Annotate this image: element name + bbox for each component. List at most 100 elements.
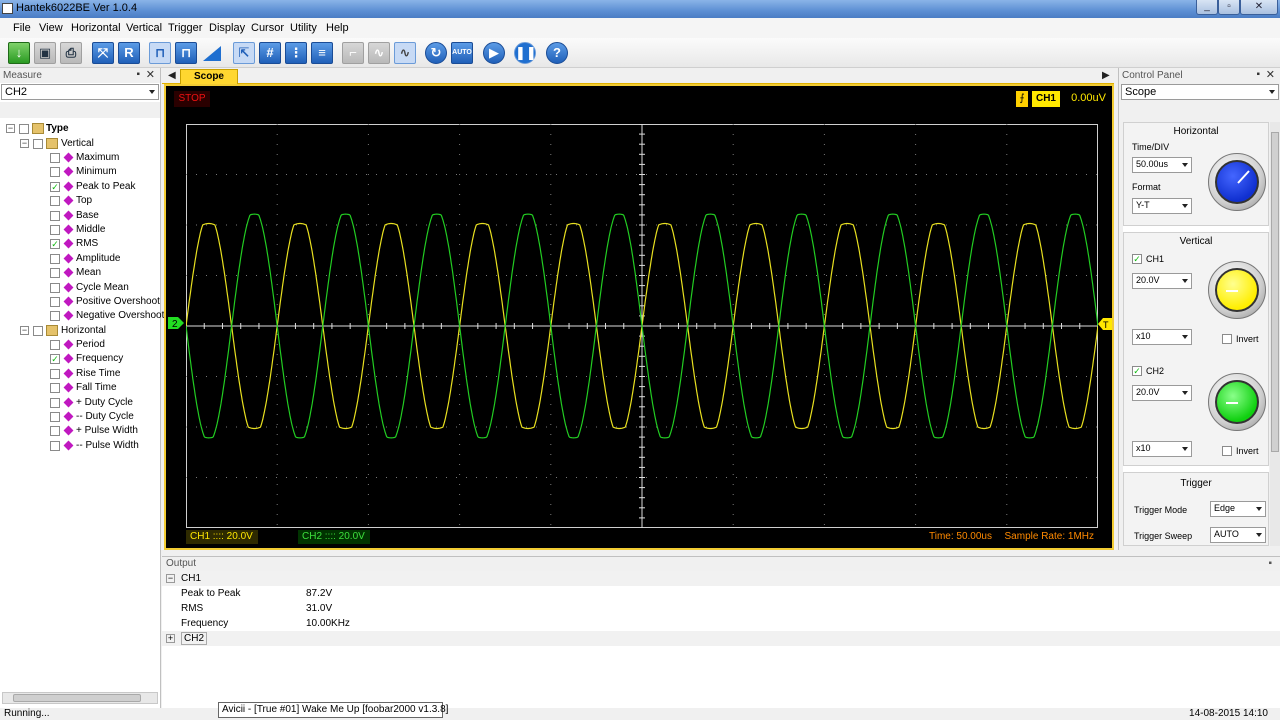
help-icon[interactable]: ? xyxy=(546,42,568,64)
cursor-select-icon[interactable]: ⇱ xyxy=(233,42,255,64)
ramp-icon[interactable] xyxy=(201,42,223,64)
ch2-volts-select[interactable]: 20.0V xyxy=(1132,385,1192,401)
trigger-mode-select[interactable]: Edge xyxy=(1210,501,1266,517)
menu-display[interactable]: Display xyxy=(209,22,245,34)
measure-checkbox[interactable]: ✓ xyxy=(50,181,60,192)
print-icon[interactable]: ⎙ xyxy=(60,42,82,64)
collapse-icon[interactable]: − xyxy=(6,124,15,133)
ch1-volts-knob[interactable] xyxy=(1208,261,1266,319)
grid-icon[interactable]: # xyxy=(259,42,281,64)
tab-right-icon[interactable]: ▶ xyxy=(1102,70,1110,81)
ch2-volts-knob[interactable] xyxy=(1208,373,1266,431)
ch1-probe-select[interactable]: x10 xyxy=(1132,329,1192,345)
pause-icon[interactable]: ❚❚ xyxy=(514,42,537,64)
menu-trigger[interactable]: Trigger xyxy=(168,22,202,34)
pin-icon[interactable]: ▪ xyxy=(136,69,140,80)
pin-icon[interactable]: ▪ xyxy=(1268,558,1272,569)
measure-checkbox[interactable] xyxy=(50,153,60,163)
timebase-knob[interactable] xyxy=(1208,153,1266,211)
refresh-icon[interactable]: ↻ xyxy=(425,42,447,64)
maximize-button[interactable]: ▫ xyxy=(1218,0,1240,15)
tree-item[interactable]: Cycle Mean xyxy=(48,281,160,295)
control-panel-scrollbar[interactable] xyxy=(1270,122,1280,546)
tab-left-icon[interactable]: ◀ xyxy=(168,70,176,81)
menu-help[interactable]: Help xyxy=(326,22,349,34)
ch2-invert-checkbox[interactable] xyxy=(1222,446,1232,456)
measure-checkbox[interactable] xyxy=(50,210,60,221)
tree-checkbox[interactable] xyxy=(19,124,29,134)
menu-vertical[interactable]: Vertical xyxy=(126,22,162,34)
tree-item[interactable]: Middle xyxy=(48,223,160,237)
scrollbar-thumb[interactable] xyxy=(13,694,141,702)
tree-item[interactable]: Amplitude xyxy=(48,252,160,266)
measure-checkbox[interactable] xyxy=(50,412,60,422)
horizontal-scrollbar[interactable] xyxy=(2,692,158,704)
collapse-icon[interactable]: − xyxy=(20,139,29,148)
run-state-badge[interactable]: STOP xyxy=(174,91,210,107)
sine-icon[interactable]: ∿ xyxy=(368,42,390,64)
scrollbar-thumb[interactable] xyxy=(1271,132,1279,452)
tree-item[interactable]: Base xyxy=(48,209,160,223)
minimize-button[interactable]: _ xyxy=(1196,0,1218,15)
tree-item[interactable]: Fall Time xyxy=(48,381,160,395)
waveform-plot[interactable] xyxy=(186,124,1098,528)
tree-item[interactable]: + Pulse Width xyxy=(48,424,160,438)
tree-item[interactable]: -- Pulse Width xyxy=(48,439,160,453)
measure-checkbox[interactable] xyxy=(50,297,60,307)
tree-item[interactable]: Mean xyxy=(48,266,160,280)
tree-item[interactable]: Top xyxy=(48,194,160,208)
output-group-ch1[interactable]: − CH1 xyxy=(162,571,1280,586)
auto-icon[interactable]: AUTO xyxy=(451,42,473,64)
trigger-level-marker[interactable]: T xyxy=(1098,318,1112,330)
auto-set-icon[interactable]: ⤧ xyxy=(92,42,114,64)
tree-item[interactable]: Negative Overshoot xyxy=(48,309,164,323)
tab-scope[interactable]: Scope xyxy=(180,69,238,84)
close-icon[interactable]: ✕ xyxy=(146,68,155,81)
close-button[interactable]: ✕ xyxy=(1240,0,1278,15)
multi-pulse-icon[interactable]: ⊓ xyxy=(175,42,197,64)
ch1-enable-checkbox[interactable]: ✓ xyxy=(1132,254,1142,264)
trigger-sweep-select[interactable]: AUTO xyxy=(1210,527,1266,543)
menu-horizontal[interactable]: Horizontal xyxy=(71,22,121,34)
tree-item[interactable]: Minimum xyxy=(48,165,160,179)
mode-select[interactable]: Scope xyxy=(1121,84,1279,100)
tree-item[interactable]: ✓ RMS xyxy=(48,237,160,251)
lines-icon[interactable]: ≡ xyxy=(311,42,333,64)
measure-checkbox[interactable]: ✓ xyxy=(50,239,60,250)
play-icon[interactable]: ▶ xyxy=(483,42,505,64)
split-grid-icon[interactable]: ⋮ xyxy=(285,42,307,64)
measure-checkbox[interactable] xyxy=(50,225,60,235)
collapse-icon[interactable]: − xyxy=(166,574,175,583)
expand-icon[interactable]: + xyxy=(166,634,175,643)
ch2-marker[interactable]: 2 xyxy=(166,316,186,330)
measure-checkbox[interactable] xyxy=(50,440,60,451)
ch1-volts-select[interactable]: 20.0V xyxy=(1132,273,1192,289)
tree-item[interactable]: Period xyxy=(48,338,160,352)
collapse-icon[interactable]: − xyxy=(20,326,29,335)
pin-icon[interactable]: ▪ xyxy=(1256,69,1260,80)
step-icon[interactable]: ⌐ xyxy=(342,42,364,64)
tree-item[interactable]: -- Duty Cycle xyxy=(48,410,160,424)
menu-cursor[interactable]: Cursor xyxy=(251,22,284,34)
measure-checkbox[interactable] xyxy=(50,167,60,178)
measure-checkbox[interactable] xyxy=(50,368,60,379)
tree-item[interactable]: Rise Time xyxy=(48,367,160,381)
ch2-enable-checkbox[interactable]: ✓ xyxy=(1132,366,1142,376)
measure-checkbox[interactable] xyxy=(50,268,60,279)
measure-checkbox[interactable] xyxy=(50,311,60,322)
menu-utility[interactable]: Utility xyxy=(290,22,317,34)
measure-checkbox[interactable] xyxy=(50,397,60,408)
ch2-probe-select[interactable]: x10 xyxy=(1132,441,1192,457)
measure-checkbox[interactable] xyxy=(50,196,60,207)
format-select[interactable]: Y-T xyxy=(1132,198,1192,214)
open-icon[interactable]: ↓ xyxy=(8,42,30,64)
measure-checkbox[interactable]: ✓ xyxy=(50,354,60,365)
save-icon[interactable]: ▣ xyxy=(34,42,56,64)
tree-item[interactable]: ✓ Frequency xyxy=(48,352,160,366)
ch1-invert-checkbox[interactable] xyxy=(1222,334,1232,344)
menu-file[interactable]: File xyxy=(13,22,31,34)
pulse-icon[interactable]: ⊓ xyxy=(149,42,171,64)
measure-checkbox[interactable] xyxy=(50,383,60,394)
measure-checkbox[interactable] xyxy=(50,282,60,293)
output-group-ch2[interactable]: + CH2 xyxy=(162,631,1280,646)
